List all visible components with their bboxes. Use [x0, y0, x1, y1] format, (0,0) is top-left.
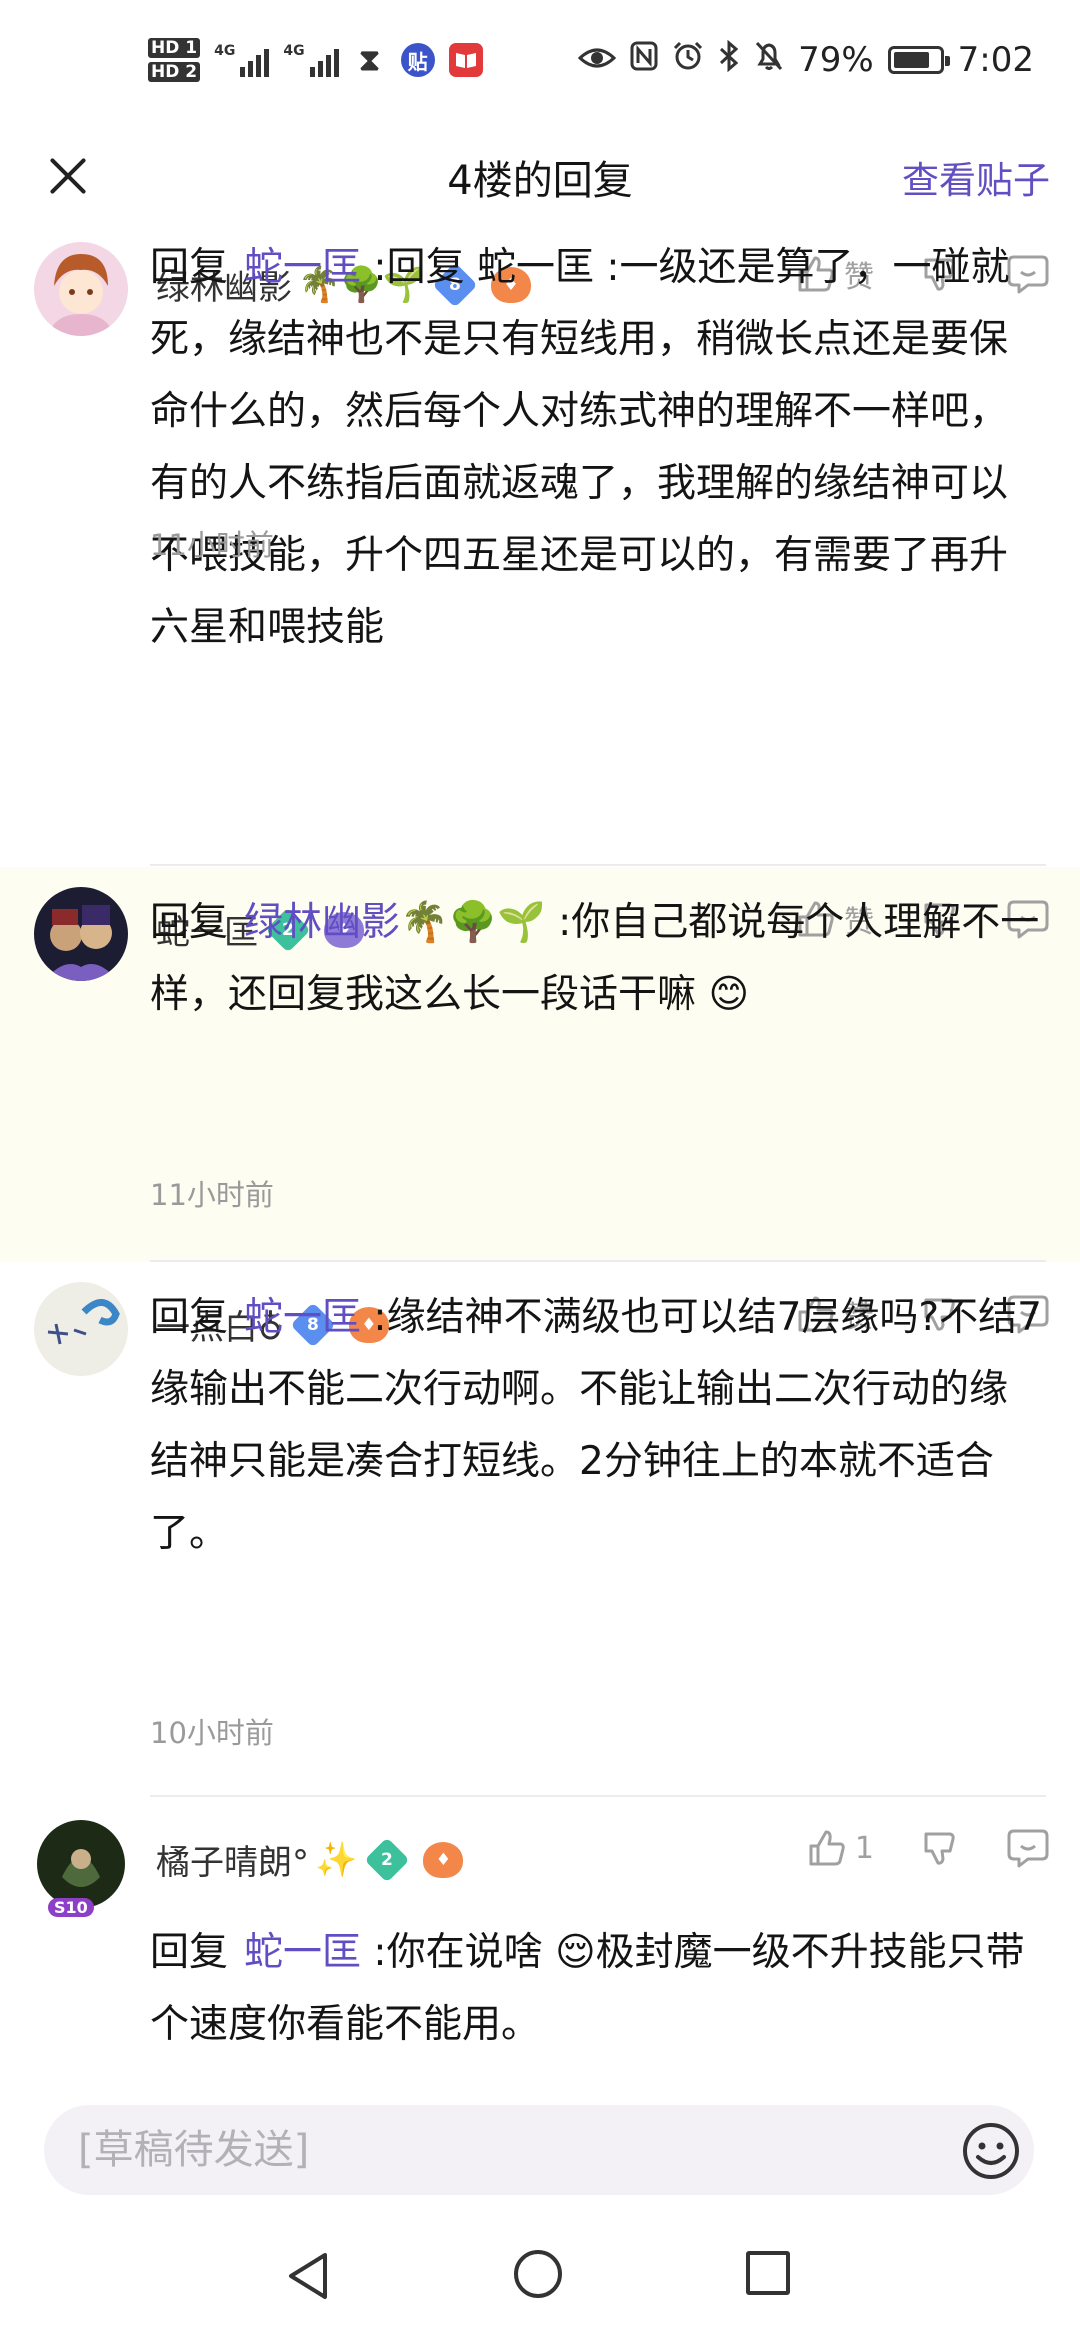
reply-button[interactable]: [1006, 1827, 1050, 1869]
signal-icon: 4G: [214, 43, 270, 77]
comment-text: 回复 蛇一匡 :回复 蛇一匡 :一级还是算了，一碰就死，缘结神也不是只有短线用，稍…: [150, 232, 1046, 664]
reply-input-bar: [草稿待发送]: [0, 2085, 1080, 2205]
comment-text: 回复 蛇一匡 :你在说啥 😌极封魔一级不升技能只带个速度你看能不能用。: [150, 1917, 1046, 2061]
hourglass-icon: ⧗: [359, 42, 381, 78]
view-post-link[interactable]: 查看贴子: [902, 150, 1050, 204]
mute-icon: [754, 40, 784, 80]
battery-percent: 79%: [798, 40, 874, 80]
alarm-icon: [672, 40, 704, 80]
timestamp: 11小时前: [150, 1178, 274, 1212]
status-left: HD 1 HD 2 4G 4G ⧗ 贴: [148, 38, 483, 82]
comment-text: 回复 绿林幽影🌴🌳🌱 :你自己都说每个人理解不一样，还回复我这么长一段话干嘛 😊: [150, 887, 1046, 1031]
hd1-label: HD 1: [148, 38, 201, 58]
signal-icon-2: 4G: [283, 43, 339, 77]
username-emojis: ✨: [315, 1839, 358, 1880]
thumbs-up-icon: [809, 1830, 845, 1866]
back-icon[interactable]: [285, 2251, 331, 2305]
member-badge-icon: ♦: [423, 1841, 464, 1878]
emoji-icon[interactable]: [962, 2122, 1019, 2179]
like-count: 1: [854, 1830, 874, 1866]
comment-body: :你在说啥: [361, 1930, 555, 1975]
input-placeholder: [草稿待发送]: [78, 2127, 310, 2173]
avatar[interactable]: [34, 242, 128, 336]
reply-prefix: 回复: [150, 1930, 229, 1975]
reply-prefix: 回复: [150, 245, 229, 290]
status-bar: HD 1 HD 2 4G 4G ⧗ 贴 79% 7:02: [0, 0, 1080, 130]
comment-text: 回复 蛇一匡 :缘结神不满级也可以结7层缘吗?不结7缘输出不能二次行动啊。不能让输…: [150, 1282, 1046, 1570]
comment-1: 绿林幽影 🌴🌳🌱 8 ♦ 赞 回复 蛇一匡 :回复 蛇一匡 :一级还是算了，一碰就…: [0, 222, 1080, 867]
avatar[interactable]: [34, 887, 128, 981]
reply-prefix: 回复: [150, 900, 229, 945]
top-bar: 4楼的回复 查看贴子: [0, 130, 1080, 220]
reply-to-user[interactable]: 蛇一匡: [244, 1930, 361, 1975]
thumbs-down-icon: [924, 1832, 955, 1865]
username[interactable]: 橘子晴朗°: [156, 1835, 309, 1884]
status-right: 79% 7:02: [577, 39, 1034, 80]
bluetooth-icon: [718, 39, 740, 80]
emoji: 😌: [554, 1930, 596, 1975]
comment-4: S10 橘子晴朗° ✨ 2 ♦ 1 回复 蛇一匡 :你在说啥 😌极封魔一级不升技能…: [0, 1797, 1080, 2085]
reply-input[interactable]: [草稿待发送]: [44, 2105, 1034, 2195]
reply-to-user[interactable]: 蛇一匡: [244, 1295, 361, 1340]
avatar[interactable]: [34, 1282, 128, 1376]
reply-to-user[interactable]: 蛇一匡: [244, 245, 361, 290]
eye-icon: [577, 43, 617, 78]
timestamp: 11小时前: [150, 528, 274, 562]
battery-icon: [887, 46, 950, 74]
comment-body: :回复 蛇一匡 :一级还是算了，一碰就死，缘结神也不是只有短线用，稍微长点还是要…: [150, 245, 1010, 650]
user-row: 橘子晴朗° ✨ 2 ♦: [156, 1835, 464, 1884]
comment-actions: 1: [807, 1827, 1050, 1869]
clock: 7:02: [957, 40, 1034, 80]
hd-indicator: HD 1 HD 2: [148, 38, 201, 82]
reply-to-user[interactable]: 绿林幽影🌴🌳🌱: [244, 900, 546, 945]
timestamp: 10小时前: [150, 1716, 274, 1750]
reply-prefix: 回复: [150, 1295, 229, 1340]
avatar[interactable]: S10: [34, 1817, 128, 1917]
hd2-label: HD 2: [148, 62, 201, 82]
home-icon[interactable]: [514, 2250, 562, 2298]
like-button[interactable]: 1: [807, 1828, 874, 1868]
book-app-icon: [448, 43, 483, 77]
recent-apps-icon[interactable]: [746, 2251, 790, 2295]
tieba-app-icon: 贴: [400, 43, 435, 77]
battery-fill: [893, 52, 929, 68]
comment-3: 一点白♁ 8 ♦ 赞 回复 蛇一匡 :缘结神不满级也可以结7层缘吗?不结7缘输出不…: [0, 1262, 1080, 1797]
dislike-button[interactable]: [920, 1828, 960, 1868]
divider: [150, 864, 1046, 866]
avatar-badge: S10: [48, 1898, 94, 1917]
level-badge: 2: [364, 1836, 410, 1883]
smile-emoji: 😊: [708, 972, 750, 1017]
system-nav-bar: [0, 2205, 1080, 2340]
comment-bubble-icon: [1007, 1829, 1049, 1868]
comment-2: 蛇一匡 2 ♦ 赞 回复 绿林幽影🌴🌳🌱 :你自己都说每个人理解不一样，还回复我这…: [0, 867, 1080, 1262]
nfc-icon: [630, 41, 658, 79]
